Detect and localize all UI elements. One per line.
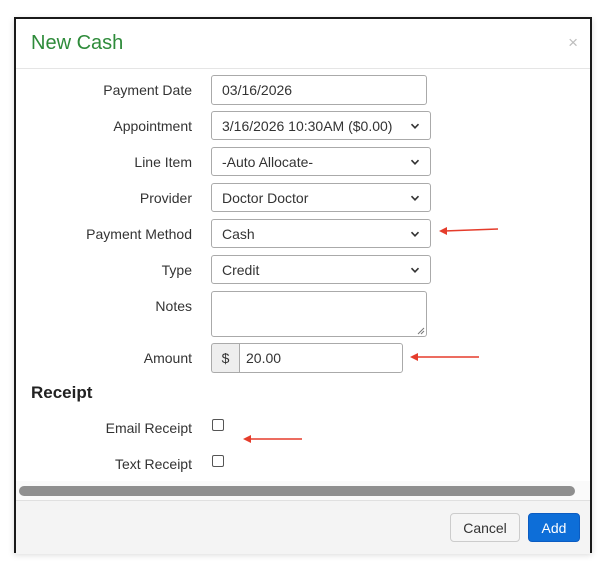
dialog-footer: Cancel Add — [16, 500, 590, 554]
email-receipt-label: Email Receipt — [105, 420, 192, 436]
arrow-left-icon — [243, 435, 302, 443]
provider-value: Doctor Doctor — [222, 189, 309, 206]
arrow-left-icon — [439, 227, 499, 235]
amount-value: 20.00 — [246, 350, 282, 366]
payment-date-input[interactable]: 03/16/2026 — [211, 75, 427, 105]
appointment-value: 3/16/2026 10:30AM ($0.00) — [222, 117, 393, 134]
line-item-value: -Auto Allocate- — [222, 153, 314, 170]
chevron-down-icon — [410, 121, 420, 131]
line-item-select[interactable]: -Auto Allocate- — [211, 147, 431, 176]
close-icon[interactable]: × — [568, 33, 578, 53]
appointment-select[interactable]: 3/16/2026 10:30AM ($0.00) — [211, 111, 431, 140]
dialog-title: New Cash — [31, 32, 124, 54]
type-select[interactable]: Credit — [211, 255, 431, 284]
provider-select[interactable]: Doctor Doctor — [211, 183, 431, 212]
email-receipt-checkbox[interactable] — [212, 419, 224, 431]
notes-label: Notes — [155, 298, 192, 314]
currency-addon: $ — [211, 343, 239, 373]
amount-input-group: $ 20.00 — [211, 343, 403, 373]
add-button[interactable]: Add — [528, 513, 580, 542]
appointment-label: Appointment — [113, 118, 192, 134]
chevron-down-icon — [410, 229, 420, 239]
type-value: Credit — [222, 261, 260, 278]
payment-method-label: Payment Method — [86, 226, 192, 242]
horizontal-scrollbar[interactable] — [19, 486, 575, 496]
notes-textarea[interactable] — [211, 291, 427, 337]
line-item-label: Line Item — [134, 154, 192, 170]
payment-method-value: Cash — [222, 225, 255, 242]
provider-label: Provider — [139, 190, 192, 206]
resize-handle-icon[interactable] — [417, 327, 425, 335]
text-receipt-checkbox[interactable] — [212, 455, 224, 467]
payment-date-label: Payment Date — [103, 82, 192, 98]
receipt-heading: Receipt — [31, 383, 93, 402]
cancel-button[interactable]: Cancel — [450, 513, 520, 542]
dialog-header: New Cash × — [16, 19, 590, 69]
chevron-down-icon — [410, 193, 420, 203]
type-label: Type — [161, 262, 192, 278]
amount-label: Amount — [143, 350, 192, 366]
payment-date-value: 03/16/2026 — [222, 82, 293, 98]
arrow-left-icon — [410, 353, 479, 361]
amount-input[interactable]: 20.00 — [239, 343, 403, 373]
chevron-down-icon — [410, 265, 420, 275]
payment-method-select[interactable]: Cash — [211, 219, 431, 248]
chevron-down-icon — [410, 157, 420, 167]
text-receipt-label: Text Receipt — [114, 456, 192, 472]
new-cash-dialog: New Cash × Payment Date 03/16/2026 Appoi… — [14, 17, 592, 554]
